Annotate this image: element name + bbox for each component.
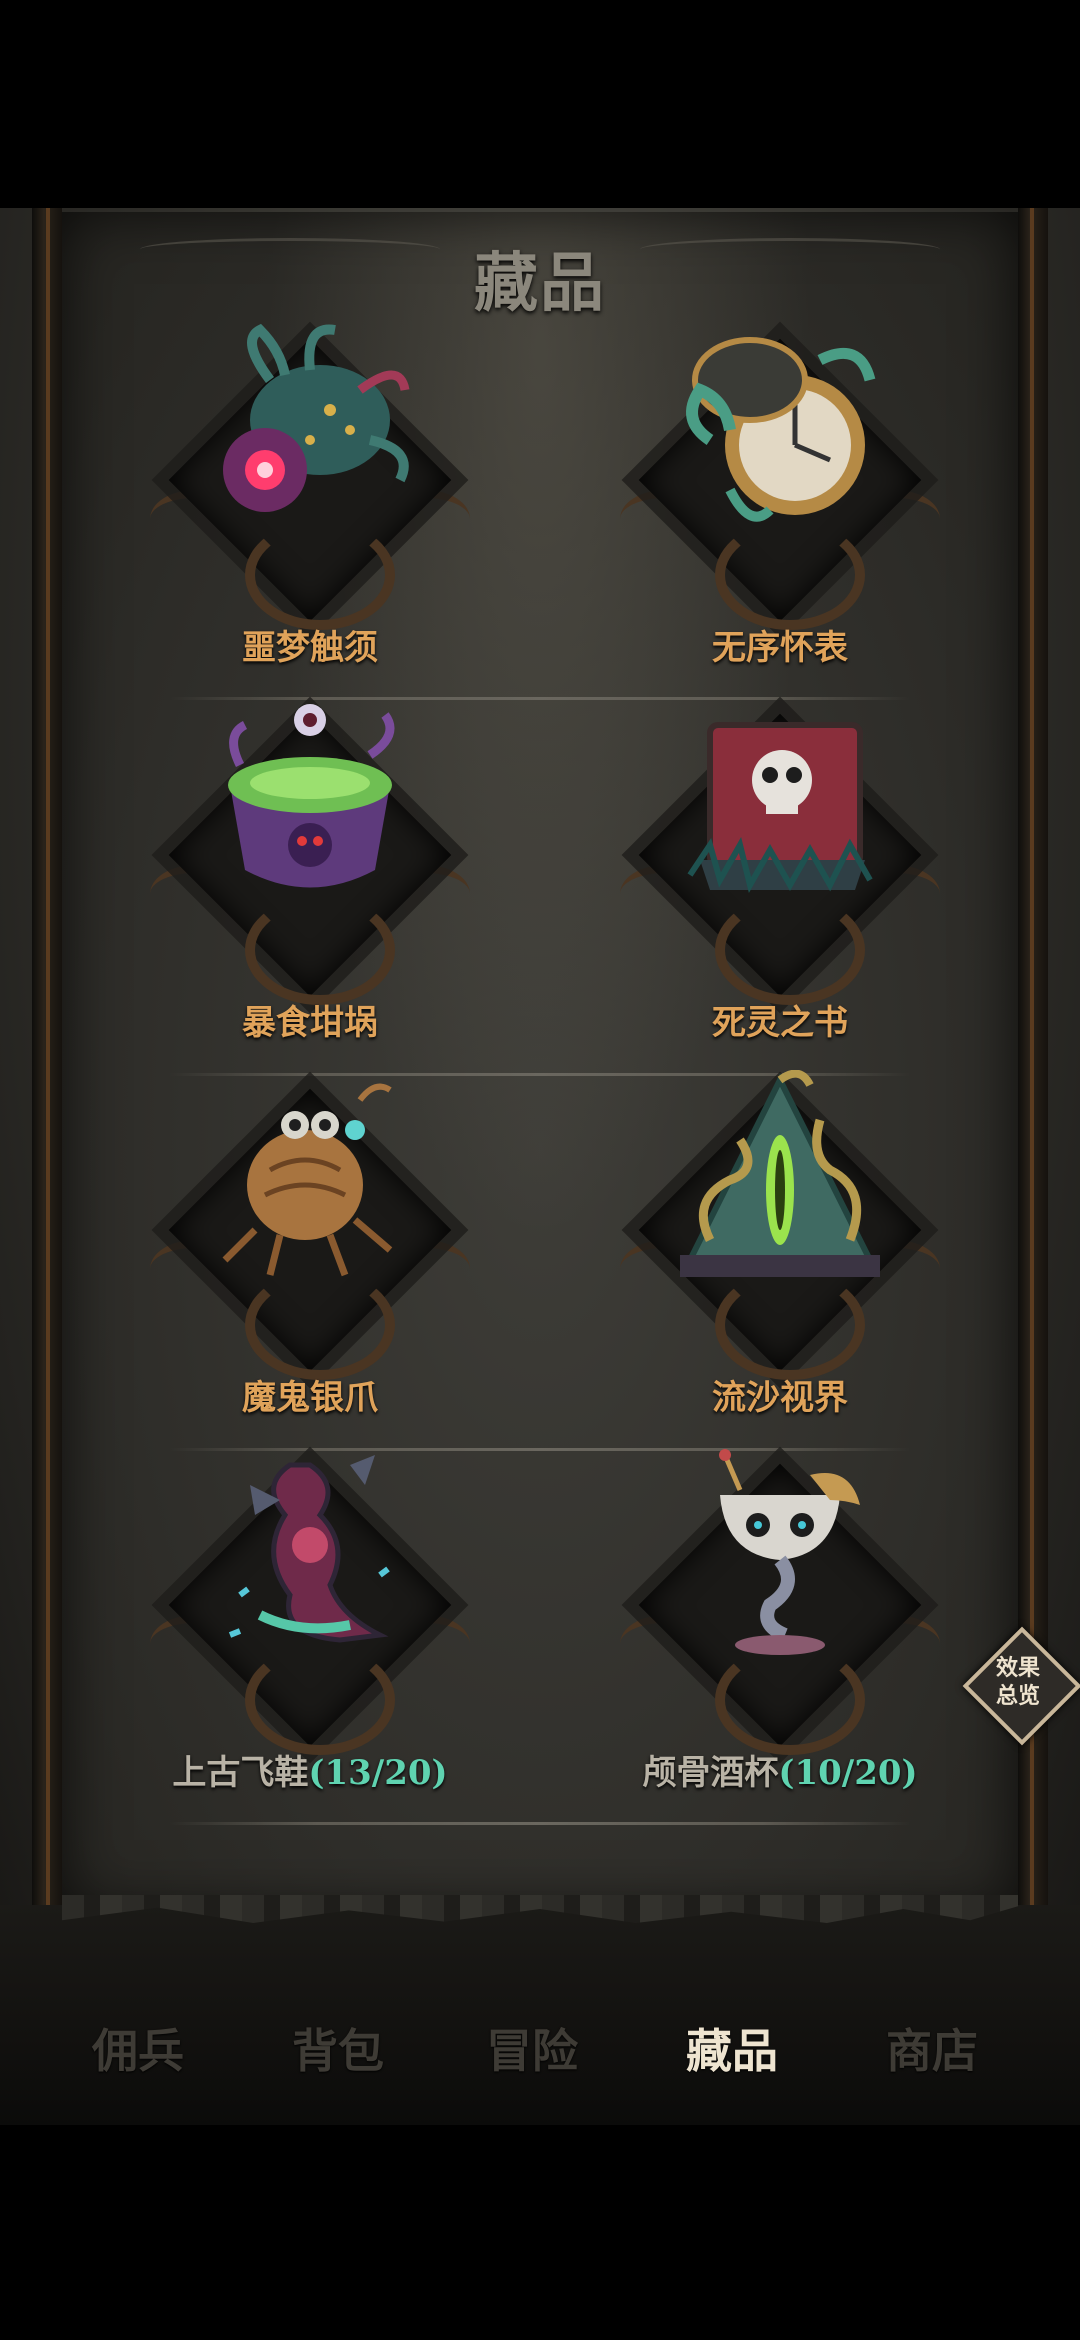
collectible-item-4[interactable]: 死灵之书 [620,695,940,1043]
collectible-item-3[interactable]: 暴食坩埚 [150,695,470,1043]
top-black-bar [0,0,1080,208]
collectible-item-5[interactable]: 魔鬼银爪 [150,1070,470,1418]
quicksand-vision-icon [680,1070,880,1277]
frame-left [32,208,62,1958]
skull-goblet-icon [719,1449,860,1655]
collectible-name: 噩梦触须 [242,628,378,668]
bottom-nav: 佣兵 背包 冒险 藏品 商店 [0,2015,1080,2105]
collectible-item-1[interactable]: 噩梦触须 [150,320,470,668]
page-title: 藏品 [474,246,606,321]
effects-button-label: 效果 总览 [995,1655,1040,1709]
row-divider [170,1822,910,1825]
tab-mercenaries[interactable]: 佣兵 [38,2015,238,2081]
ancient-flying-shoe-icon [228,1455,390,1643]
tab-shop[interactable]: 商店 [832,2015,1032,2081]
collectible-name: 死灵之书 [712,1003,848,1043]
collectible-name: 暴食坩埚 [242,1003,378,1043]
nightmare-tentacle-icon [223,323,410,512]
tab-collection[interactable]: 藏品 [632,2015,832,2081]
collectible-name: 魔鬼银爪 [242,1378,378,1418]
collectible-name: 颅骨酒杯(10/20) [642,1753,918,1793]
gluttony-crucible-icon [228,704,395,888]
necronomicon-icon [687,722,873,893]
collectible-item-6[interactable]: 流沙视界 [620,1070,940,1418]
collectible-item-2[interactable]: 无序怀表 [620,320,940,668]
tab-adventure[interactable]: 冒险 [432,2015,632,2081]
collectible-name: 上古飞鞋(13/20) [172,1753,448,1793]
collectible-item-7[interactable]: 上古飞鞋(13/20) [150,1445,470,1793]
chaos-pocketwatch-icon [686,337,876,522]
bottom-black-bar [0,2125,1080,2340]
collectible-name: 流沙视界 [712,1378,848,1418]
tab-backpack[interactable]: 背包 [238,2015,438,2081]
effects-overview-button[interactable]: 效果 总览 [962,1626,1080,1746]
devil-silver-claw-icon [222,1083,393,1277]
collectible-item-8[interactable]: 颅骨酒杯(10/20) [620,1445,940,1793]
collectible-name: 无序怀表 [712,628,848,668]
